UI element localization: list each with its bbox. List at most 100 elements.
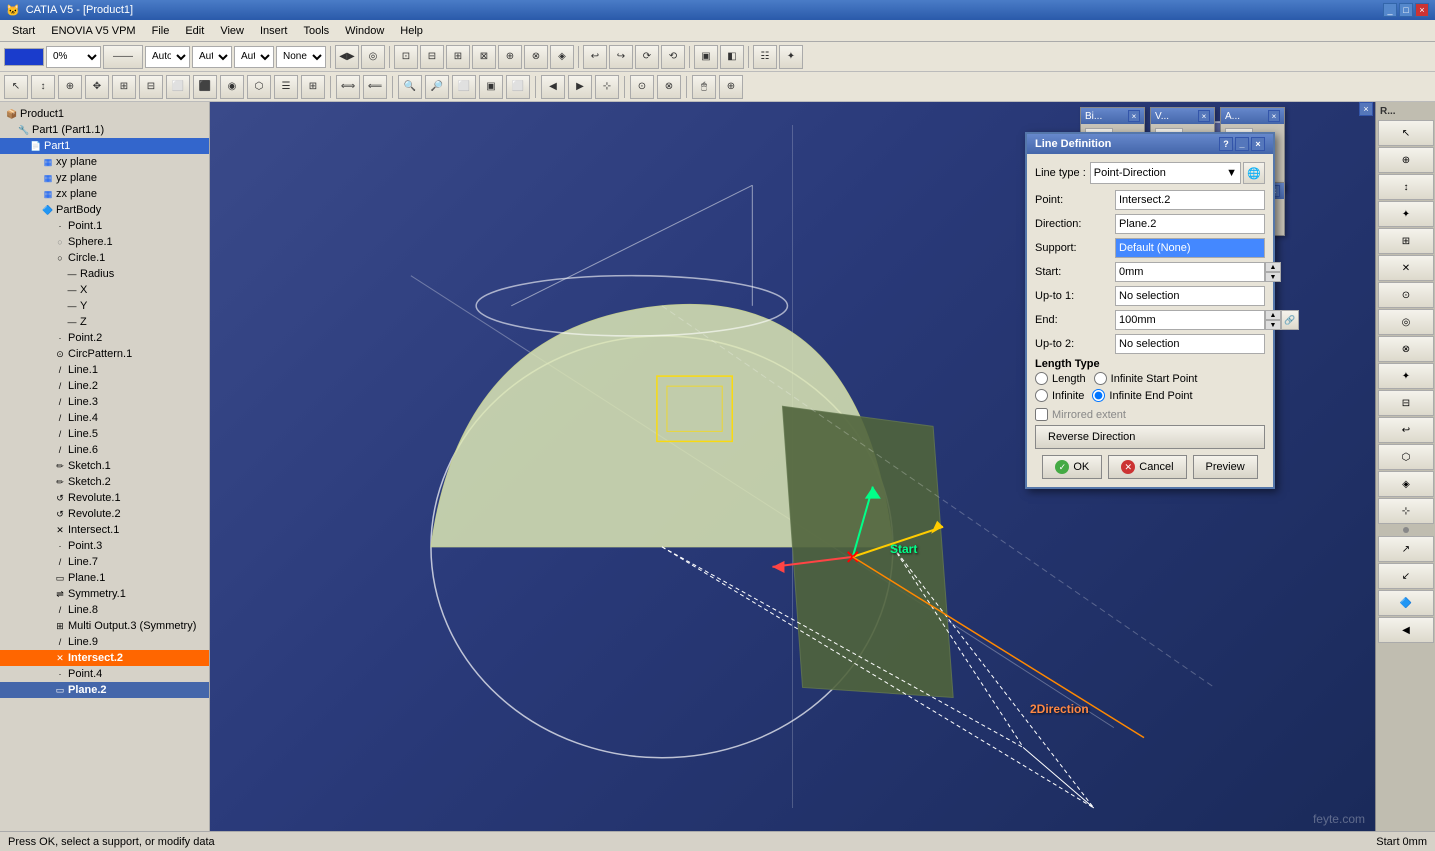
maximize-button[interactable]: □	[1399, 3, 1413, 17]
radio-length[interactable]	[1035, 372, 1048, 385]
minimize-button[interactable]: _	[1383, 3, 1397, 17]
tree-item-multiout3[interactable]: ⊞ Multi Output.3 (Symmetry)	[0, 618, 209, 634]
tb2-btn-22[interactable]: ⊹	[595, 75, 619, 99]
radio-infinite-start[interactable]	[1094, 372, 1107, 385]
auto-select1[interactable]: Auto	[145, 46, 190, 68]
tb2-btn-21[interactable]: ▶	[568, 75, 592, 99]
tree-item-radius[interactable]: — Radius	[0, 266, 209, 282]
tree-item-line1[interactable]: / Line.1	[0, 362, 209, 378]
rp-btn13[interactable]: ⬡	[1378, 444, 1434, 470]
tree-item-line4[interactable]: / Line.4	[0, 410, 209, 426]
menu-insert[interactable]: Insert	[252, 23, 296, 39]
tb-btn-2[interactable]: ◎	[361, 45, 385, 69]
dialog-close-button[interactable]: ×	[1251, 137, 1265, 151]
tb-btn-1[interactable]: ◀▶	[335, 45, 359, 69]
tb2-btn-8[interactable]: ⬛	[193, 75, 217, 99]
tb2-btn-13[interactable]: ⟺	[336, 75, 360, 99]
tree-item-revolute1[interactable]: ↺ Revolute.1	[0, 490, 209, 506]
tb2-btn-6[interactable]: ⊟	[139, 75, 163, 99]
reverse-direction-button[interactable]: Reverse Direction	[1035, 425, 1265, 449]
point-input[interactable]	[1115, 190, 1265, 210]
tb2-btn-9[interactable]: ◉	[220, 75, 244, 99]
tree-item-line3[interactable]: / Line.3	[0, 394, 209, 410]
rp-btn16[interactable]: ↗	[1378, 536, 1434, 562]
tree-item-intersect2[interactable]: ✕ Intersect.2	[0, 650, 209, 666]
menu-edit[interactable]: Edit	[177, 23, 212, 39]
none-select[interactable]: None	[276, 46, 326, 68]
tree-item-point4[interactable]: · Point.4	[0, 666, 209, 682]
tb2-btn-24[interactable]: ⊗	[657, 75, 681, 99]
tb2-btn-19[interactable]: ⬜	[506, 75, 530, 99]
tb2-btn-20[interactable]: ◀	[541, 75, 565, 99]
float-panel-a-title[interactable]: A... ×	[1221, 108, 1284, 124]
tree-item-line8[interactable]: / Line.8	[0, 602, 209, 618]
tb2-btn-12[interactable]: ⊞	[301, 75, 325, 99]
tree-item-symmetry1[interactable]: ⇌ Symmetry.1	[0, 586, 209, 602]
tree-item-sketch1[interactable]: ✏ Sketch.1	[0, 458, 209, 474]
rp-btn15[interactable]: ⊹	[1378, 498, 1434, 524]
menu-file[interactable]: File	[144, 23, 178, 39]
tb2-btn-2[interactable]: ↕	[31, 75, 55, 99]
tree-item-xy[interactable]: ▦ xy plane	[0, 154, 209, 170]
tree-item-line6[interactable]: / Line.6	[0, 442, 209, 458]
radio-infinite[interactable]	[1035, 389, 1048, 402]
rp-btn9[interactable]: ⊗	[1378, 336, 1434, 362]
start-value-input[interactable]	[1115, 262, 1265, 282]
tb2-btn-26[interactable]: ⊕	[719, 75, 743, 99]
tb-btn-7[interactable]: ⊕	[498, 45, 522, 69]
rp-btn3[interactable]: ↕	[1378, 174, 1434, 200]
close-button[interactable]: ×	[1415, 3, 1429, 17]
cancel-button[interactable]: ✕ Cancel	[1108, 455, 1186, 479]
viewport[interactable]: Start 2Direction Z Y X Line Definition	[210, 102, 1375, 831]
tb-btn-5[interactable]: ⊞	[446, 45, 470, 69]
rp-btn17[interactable]: ↙	[1378, 563, 1434, 589]
tb2-btn-1[interactable]: ↖	[4, 75, 28, 99]
end-extra-btn[interactable]: 🔗	[1281, 310, 1299, 330]
rp-btn4[interactable]: ✦	[1378, 201, 1434, 227]
tb2-btn-14[interactable]: ⟸	[363, 75, 387, 99]
rp-btn19[interactable]: ◀	[1378, 617, 1434, 643]
tree-item-point1[interactable]: · Point.1	[0, 218, 209, 234]
tree-item-revolute2[interactable]: ↺ Revolute.2	[0, 506, 209, 522]
dialog-titlebar[interactable]: Line Definition ? _ ×	[1027, 134, 1273, 154]
tree-item-x[interactable]: — X	[0, 282, 209, 298]
tree-item-y[interactable]: — Y	[0, 298, 209, 314]
line-style-btn[interactable]: ——	[103, 45, 143, 69]
float-panel-bi-title[interactable]: Bi... ×	[1081, 108, 1144, 124]
rp-btn5[interactable]: ⊞	[1378, 228, 1434, 254]
mirrored-checkbox[interactable]	[1035, 408, 1048, 421]
rp-btn11[interactable]: ⊟	[1378, 390, 1434, 416]
tb-btn-12[interactable]: ⟳	[635, 45, 659, 69]
color-swatch[interactable]	[4, 48, 44, 66]
tb-btn-11[interactable]: ↪	[609, 45, 633, 69]
ok-button[interactable]: ✓ OK	[1042, 455, 1102, 479]
fp-v-close[interactable]: ×	[1198, 110, 1210, 122]
menu-tools[interactable]: Tools	[295, 23, 337, 39]
preview-button[interactable]: Preview	[1193, 455, 1258, 479]
tree-item-product1[interactable]: 📦 Product1	[0, 106, 209, 122]
menu-start[interactable]: Start	[4, 23, 43, 39]
tree-item-plane2[interactable]: ▭ Plane.2	[0, 682, 209, 698]
tree-item-zx[interactable]: ▦ zx plane	[0, 186, 209, 202]
tb-btn-16[interactable]: ☷	[753, 45, 777, 69]
upto1-input[interactable]	[1115, 286, 1265, 306]
upto2-input[interactable]	[1115, 334, 1265, 354]
tb2-btn-11[interactable]: ☰	[274, 75, 298, 99]
tree-item-sketch2[interactable]: ✏ Sketch.2	[0, 474, 209, 490]
rp-btn2[interactable]: ⊕	[1378, 147, 1434, 173]
tree-item-yz[interactable]: ▦ yz plane	[0, 170, 209, 186]
tree-item-line5[interactable]: / Line.5	[0, 426, 209, 442]
tb2-btn-3[interactable]: ⊕	[58, 75, 82, 99]
line-type-icon-btn[interactable]: 🌐	[1243, 162, 1265, 184]
tree-item-z[interactable]: — Z	[0, 314, 209, 330]
tb2-btn-16[interactable]: 🔎	[425, 75, 449, 99]
tb-btn-13[interactable]: ⟲	[661, 45, 685, 69]
tb2-btn-7[interactable]: ⬜	[166, 75, 190, 99]
tb-btn-15[interactable]: ◧	[720, 45, 744, 69]
tree-item-part1-body[interactable]: 📄 Part1	[0, 138, 209, 154]
float-panel-v-title[interactable]: V... ×	[1151, 108, 1214, 124]
end-spin-up[interactable]: ▲	[1265, 310, 1281, 320]
tree-item-sphere1[interactable]: ○ Sphere.1	[0, 234, 209, 250]
tb2-btn-18[interactable]: ▣	[479, 75, 503, 99]
dialog-help-button[interactable]: ?	[1219, 137, 1233, 151]
